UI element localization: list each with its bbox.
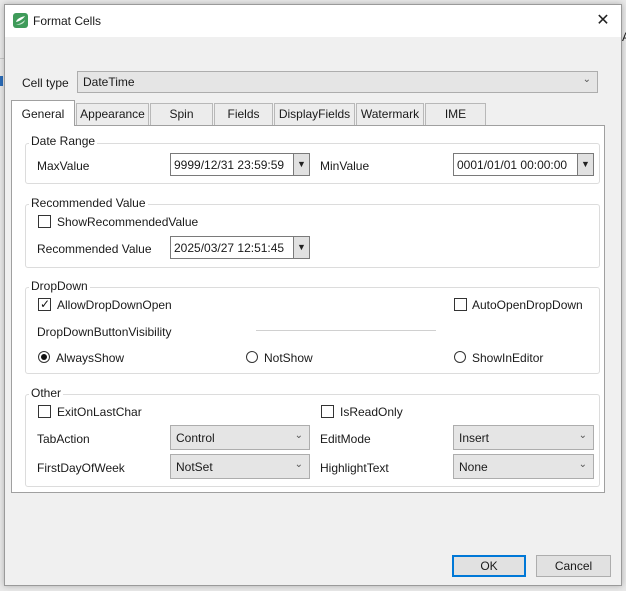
cell-type-select[interactable]: DateTime ⌄ — [77, 71, 598, 93]
is-read-only-checkbox[interactable] — [321, 405, 334, 418]
format-cells-dialog: Format Cells ✕ Cell type DateTime ⌄ Gene… — [4, 4, 622, 586]
cell-type-label: Cell type — [22, 76, 69, 90]
allow-dropdown-open-label: AllowDropDownOpen — [57, 298, 172, 312]
title-bar: Format Cells ✕ — [5, 5, 621, 37]
dropdown-arrow-icon[interactable]: ▼ — [293, 237, 309, 258]
app-logo-icon — [13, 13, 28, 31]
highlight-text-label: HighlightText — [320, 461, 389, 475]
separator — [256, 330, 436, 331]
radio-show-in-editor[interactable] — [454, 351, 466, 363]
recommended-value-text: 2025/03/27 12:51:45 — [174, 241, 285, 255]
chevron-down-icon: ⌄ — [294, 430, 303, 441]
cancel-button[interactable]: Cancel — [536, 555, 611, 577]
background-selection — [0, 76, 3, 86]
other-title: Other — [29, 386, 64, 400]
min-value-text: 0001/01/01 00:00:00 — [457, 158, 568, 172]
min-value-label: MinValue — [320, 159, 370, 173]
highlight-text-select[interactable]: None ⌄ — [453, 454, 594, 479]
max-value-label: MaxValue — [37, 159, 90, 173]
allow-dropdown-open-checkbox[interactable]: ✓ — [38, 297, 51, 311]
highlight-text-value: None — [459, 460, 488, 474]
chevron-down-icon: ⌄ — [578, 430, 587, 441]
tab-action-value: Control — [176, 431, 215, 445]
auto-open-dropdown-checkbox[interactable] — [454, 298, 467, 311]
show-recommended-label: ShowRecommendedValue — [57, 215, 199, 229]
chevron-down-icon: ⌄ — [294, 459, 303, 470]
recommended-value-label: Recommended Value — [37, 242, 152, 256]
recommended-value-input[interactable]: 2025/03/27 12:51:45 ▼ — [170, 236, 310, 259]
tab-displayfields[interactable]: DisplayFields — [274, 103, 355, 125]
radio-always-show[interactable] — [38, 351, 50, 363]
tab-general[interactable]: General — [11, 100, 75, 126]
close-icon[interactable]: ✕ — [589, 9, 617, 33]
tab-appearance[interactable]: Appearance — [76, 103, 149, 125]
cell-type-value: DateTime — [83, 75, 135, 89]
edit-mode-value: Insert — [459, 431, 490, 445]
tab-spin[interactable]: Spin — [150, 103, 213, 125]
background-text: A — [622, 30, 626, 44]
is-read-only-label: IsReadOnly — [340, 405, 403, 419]
show-in-editor-label: ShowInEditor — [472, 351, 544, 365]
not-show-label: NotShow — [264, 351, 313, 365]
exit-on-last-char-label: ExitOnLastChar — [57, 405, 142, 419]
dropdown-arrow-icon[interactable]: ▼ — [293, 154, 309, 175]
auto-open-dropdown-label: AutoOpenDropDown — [472, 298, 583, 312]
edit-mode-label: EditMode — [320, 432, 371, 446]
exit-on-last-char-checkbox[interactable] — [38, 405, 51, 418]
date-range-title: Date Range — [29, 134, 98, 148]
max-value-text: 9999/12/31 23:59:59 — [174, 158, 285, 172]
recommended-value-group — [25, 204, 600, 268]
tab-action-label: TabAction — [37, 432, 90, 446]
dialog-title: Format Cells — [33, 14, 102, 28]
tab-ime[interactable]: IME — [425, 103, 486, 125]
recommended-value-title: Recommended Value — [29, 196, 148, 210]
edit-mode-select[interactable]: Insert ⌄ — [453, 425, 594, 450]
radio-not-show[interactable] — [246, 351, 258, 363]
max-value-input[interactable]: 9999/12/31 23:59:59 ▼ — [170, 153, 310, 176]
dropdown-title: DropDown — [29, 279, 90, 293]
chevron-down-icon: ⌄ — [582, 74, 591, 85]
ok-button[interactable]: OK — [452, 555, 526, 577]
first-day-of-week-select[interactable]: NotSet ⌄ — [170, 454, 310, 479]
min-value-input[interactable]: 0001/01/01 00:00:00 ▼ — [453, 153, 594, 176]
tab-action-select[interactable]: Control ⌄ — [170, 425, 310, 450]
always-show-label: AlwaysShow — [56, 351, 125, 365]
tab-watermark[interactable]: Watermark — [356, 103, 424, 125]
general-tab-panel: Date Range MaxValue 9999/12/31 23:59:59 … — [11, 125, 605, 493]
show-recommended-checkbox[interactable] — [38, 215, 51, 228]
first-day-of-week-value: NotSet — [176, 460, 213, 474]
first-day-of-week-label: FirstDayOfWeek — [37, 461, 125, 475]
dropdown-arrow-icon[interactable]: ▼ — [577, 154, 593, 175]
dropdown-visibility-label: DropDownButtonVisibility — [37, 325, 172, 339]
chevron-down-icon: ⌄ — [578, 459, 587, 470]
tab-fields[interactable]: Fields — [214, 103, 273, 125]
